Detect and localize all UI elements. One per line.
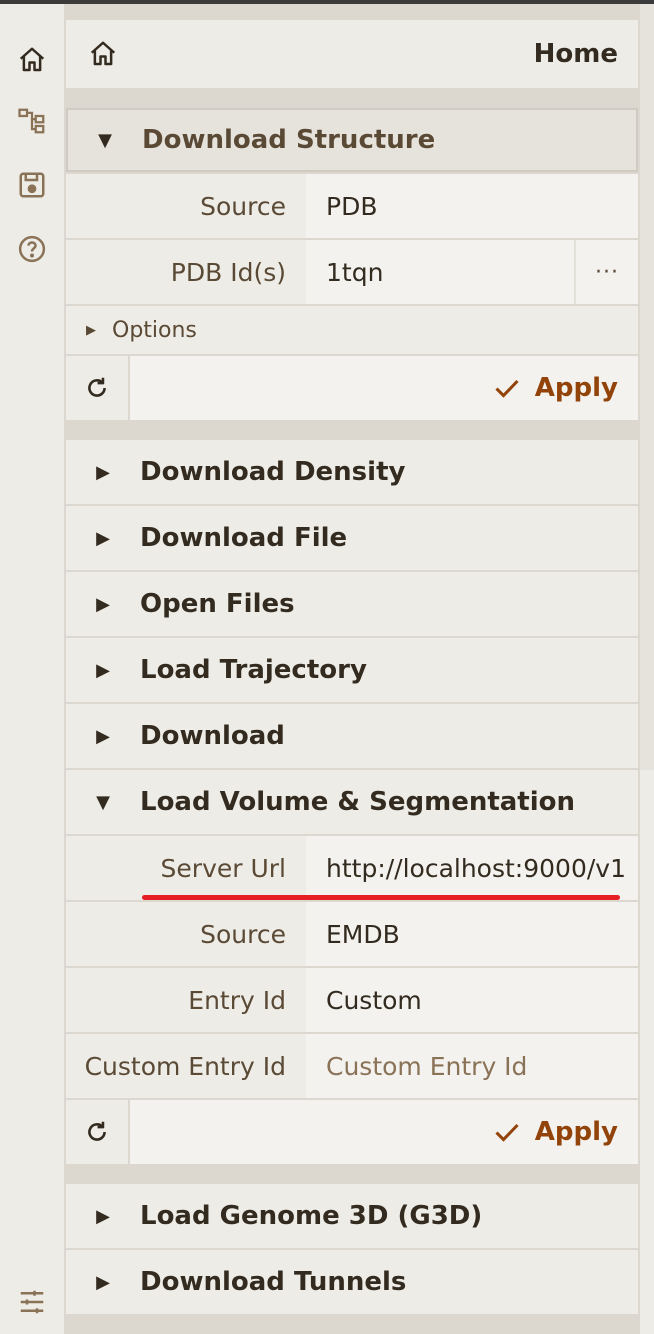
left-toolbar: [0, 4, 64, 1334]
param-server-url: Server Url http://localhost:9000/v1: [66, 836, 638, 900]
section-title: Load Trajectory: [140, 655, 367, 685]
refresh-icon: [88, 377, 106, 397]
section-load-trajectory[interactable]: ▶ Load Trajectory: [66, 638, 638, 702]
options-toggle[interactable]: ▶ Options: [66, 306, 638, 354]
param-label: PDB Id(s): [66, 240, 306, 304]
structure-apply-row: Apply: [66, 356, 638, 420]
section-title: Open Files: [140, 589, 295, 619]
section-download-file[interactable]: ▶ Download File: [66, 506, 638, 570]
section-download-structure[interactable]: ▼ Download Structure: [66, 108, 638, 172]
source-select[interactable]: PDB: [306, 174, 638, 238]
help-icon[interactable]: [14, 231, 50, 267]
section-open-files[interactable]: ▶ Open Files: [66, 572, 638, 636]
param-source: Source EMDB: [66, 902, 638, 966]
server-url-input[interactable]: http://localhost:9000/v1: [306, 836, 638, 900]
section-title: Download Density: [140, 457, 406, 487]
refresh-icon: [88, 1121, 106, 1141]
caret-right-icon: ▶: [96, 1271, 110, 1293]
apply-label: Apply: [534, 1117, 618, 1147]
section-download[interactable]: ▶ Download: [66, 704, 638, 768]
check-icon: [495, 1123, 519, 1142]
caret-right-icon: ▶: [86, 322, 96, 338]
section-title: Download Tunnels: [140, 1267, 407, 1297]
section-download-density[interactable]: ▶ Download Density: [66, 440, 638, 504]
param-label: Source: [66, 902, 306, 966]
caret-down-icon: ▼: [96, 791, 110, 813]
param-label: Server Url: [66, 836, 306, 900]
section-title: Load Volume & Segmentation: [140, 787, 576, 817]
caret-down-icon: ▼: [98, 129, 112, 151]
section-title: Download: [140, 721, 285, 751]
custom-entry-id-input[interactable]: Custom Entry Id: [306, 1034, 638, 1098]
caret-right-icon: ▶: [96, 725, 110, 747]
save-icon[interactable]: [14, 167, 50, 203]
apply-label: Apply: [534, 373, 618, 403]
section-title: Download Structure: [142, 125, 436, 155]
param-label: Custom Entry Id: [66, 1034, 306, 1098]
reset-button[interactable]: [66, 1100, 130, 1164]
section-title: Download File: [140, 523, 348, 553]
highlight-underline: [142, 895, 620, 900]
caret-right-icon: ▶: [96, 1205, 110, 1227]
volume-apply-row: Apply: [66, 1100, 638, 1164]
section-download-tunnels[interactable]: ▶ Download Tunnels: [66, 1250, 638, 1314]
pdb-id-input[interactable]: 1tqn: [306, 240, 574, 304]
param-entry-id: Entry Id Custom: [66, 968, 638, 1032]
param-label: Source: [66, 174, 306, 238]
reset-button[interactable]: [66, 356, 130, 420]
param-custom-entry-id: Custom Entry Id Custom Entry Id: [66, 1034, 638, 1098]
entry-id-select[interactable]: Custom: [306, 968, 638, 1032]
apply-button[interactable]: Apply: [130, 1100, 638, 1164]
check-icon: [495, 379, 519, 398]
section-load-volume-segmentation[interactable]: ▼ Load Volume & Segmentation: [66, 770, 638, 834]
section-load-genome-3d[interactable]: ▶ Load Genome 3D (G3D): [66, 1184, 638, 1248]
apply-button[interactable]: Apply: [130, 356, 638, 420]
scrollbar-thumb[interactable]: [640, 4, 654, 770]
caret-right-icon: ▶: [96, 461, 110, 483]
param-source: Source PDB: [66, 174, 638, 238]
options-label: Options: [112, 317, 197, 343]
caret-right-icon: ▶: [96, 659, 110, 681]
home-header: Home: [66, 20, 638, 88]
settings-icon[interactable]: [14, 1284, 50, 1320]
home-icon[interactable]: [14, 42, 50, 78]
caret-right-icon: ▶: [96, 593, 110, 615]
page-title: Home: [533, 39, 618, 69]
state-tree-icon[interactable]: [14, 103, 50, 139]
source-select[interactable]: EMDB: [306, 902, 638, 966]
param-label: Entry Id: [66, 968, 306, 1032]
caret-right-icon: ▶: [96, 527, 110, 549]
section-title: Load Genome 3D (G3D): [140, 1201, 483, 1231]
more-options-icon[interactable]: ···: [574, 240, 638, 304]
param-pdb-ids: PDB Id(s) 1tqn ···: [66, 240, 638, 304]
home-icon[interactable]: [88, 39, 118, 69]
